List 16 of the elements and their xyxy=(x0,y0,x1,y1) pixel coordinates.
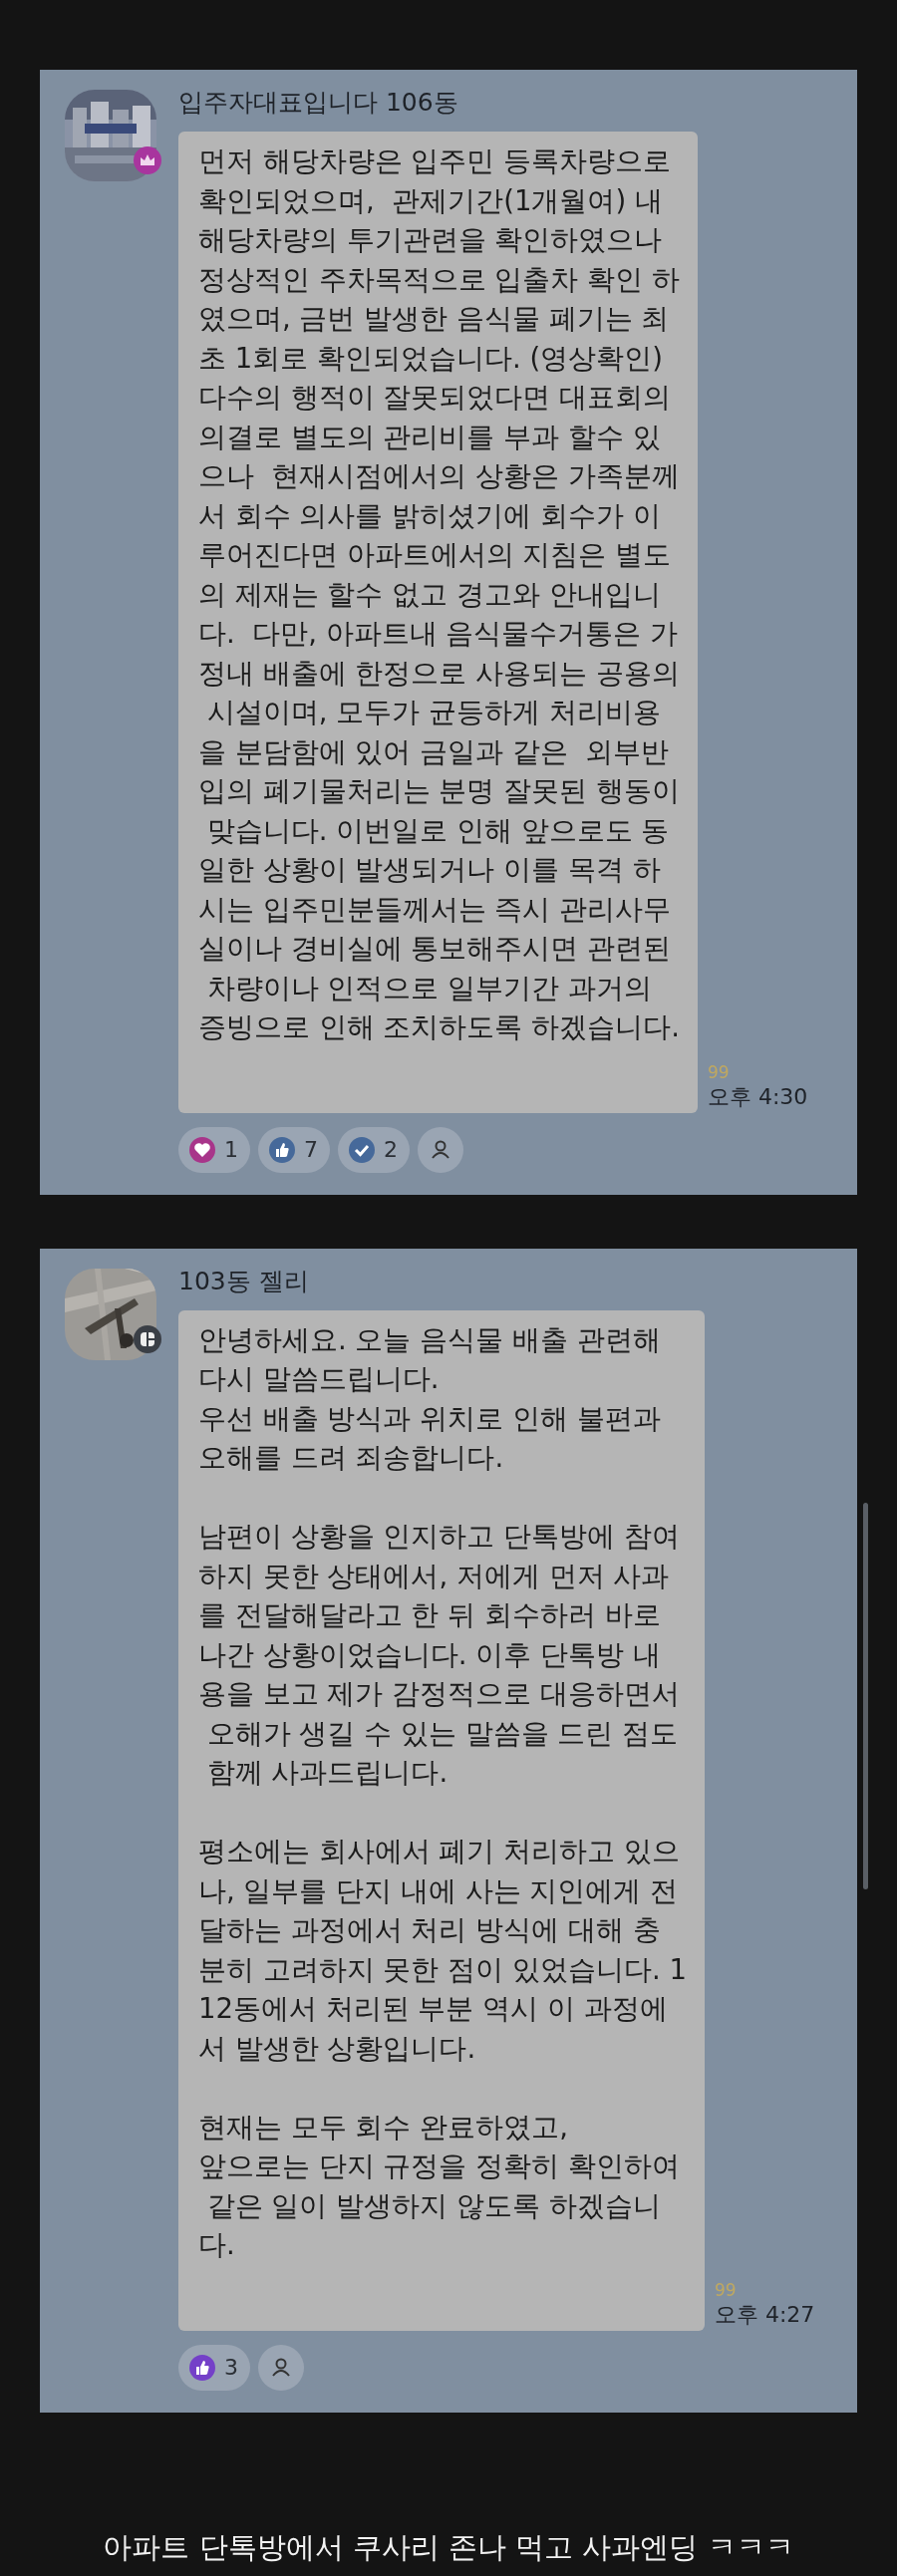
sender-name: 103동 젤리 xyxy=(178,1265,310,1297)
read-count: 99 xyxy=(707,1060,731,1083)
message-bubble: 먼저 해당차량은 입주민 등록차량으로 확인되었으며, 관제기간(1개월여) 내 해당차량의 투기관련을 확인하였으나 정상적인 주차목적으로 입출차 확인 하 였으며, 금번 발생한 음식물 폐기는 최 초 1회로 확인되었습니다. (영상확인) 다수의 행적이 잘못되었다면 대표회의 의결로 별도의 관리비를 부과 할수 있 으나 현재시점에서의 상황은 가족분께 서 회수 의사를 밝히셨기에 회수가 이 루어진다면 아파트에서의 지침은 별도 의 제재는 할수 없고 경고와 안내입니 다. 다만, 아파트내 음식물수거통은 가 정내 배출에 한정으로 사용되는 공용의 시설이며, 모두가 균등하게 처리비용 을 분담함에 있어 금일과 같은 외부반 입의 폐기물처리는 분명 잘못된 행동이 맞습니다. 이번일로 인해 앞으로도 동 일한 상황이 발생되거나 이를 목격 하 시는 입주민분들께서는 즉시 관리사무 실이나 경비실에 통보해주시면 관련된 차량이나 인적으로 일부기간 과거의 증빙으로 인해 조치하도록 하겠습니다. xyxy=(178,132,698,1113)
reaction-button[interactable]: 7 xyxy=(258,1126,330,1173)
reaction-button[interactable]: 2 xyxy=(338,1126,410,1173)
sender-name: 입주자대표입니다 106동 xyxy=(178,87,459,119)
scrollbar-thumb[interactable] xyxy=(863,1503,868,1889)
add-reaction-button[interactable] xyxy=(418,1126,463,1173)
caption: 아파트 단톡방에서 쿠사리 존나 먹고 사과엔딩 ㅋㅋㅋ xyxy=(103,2528,794,2566)
message-time: 오후 4:30 xyxy=(707,1082,808,1111)
add-reaction-button[interactable] xyxy=(258,2344,304,2391)
read-count: 99 xyxy=(714,2278,738,2301)
reaction-button[interactable]: 1 xyxy=(178,1126,250,1173)
message-time: 오후 4:27 xyxy=(714,2300,815,2329)
reaction-button[interactable]: 3 xyxy=(178,2344,250,2391)
message-bubble: 안녕하세요. 오늘 음식물 배출 관련해 다시 말씀드립니다. 우선 배출 방식과 위치로 인해 불편과 오해를 드려 죄송합니다. 남편이 상황을 인지하고 단톡방에 참여 하지 못한 상태에서, 저에게 먼저 사과 를 전달해달라고 한 뒤 회수하러 바로 나간 상황이었습니다. 이후 단톡방 내 용을 보고 제가 감정적으로 대응하면서 오해가 생길 수 있는 말씀을 드린 점도 함께 사과드립니다. 평소에는 회사에서 폐기 처리하고 있으 나, 일부를 단지 내에 사는 지인에게 전 달하는 과정에서 처리 방식에 대해 충 분히 고려하지 못한 점이 있었습니다. 1 12동에서 처리된 부분 역시 이 과정에 서 발생한 상황입니다. 현재는 모두 회수 완료하였고, 앞으로는 단지 규정을 정확히 확인하여 같은 일이 발생하지 않도록 하겠습니 다. xyxy=(178,1309,705,2331)
